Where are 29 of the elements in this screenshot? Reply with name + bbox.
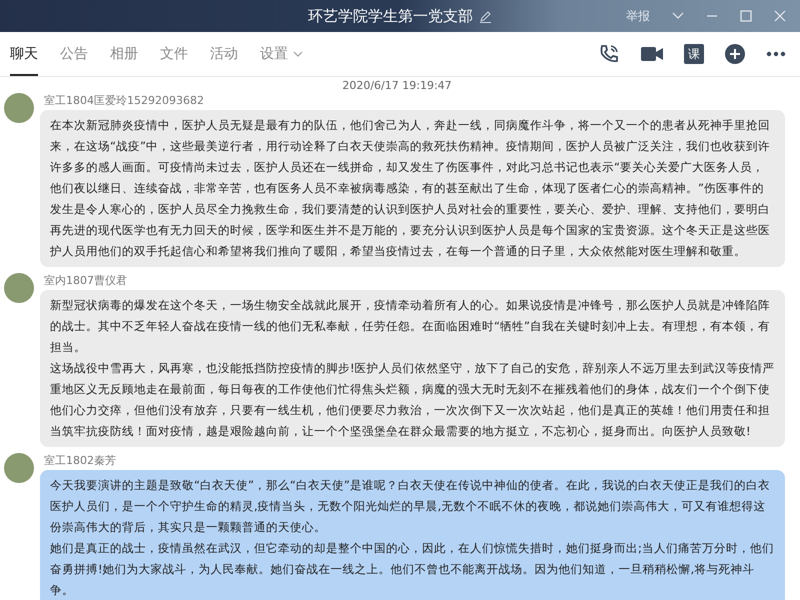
close-icon[interactable] (774, 10, 786, 22)
tab[interactable]: 公告 (60, 32, 88, 76)
sender-name: 室工1804匡爱玲15292093682 (44, 93, 205, 108)
sender-name: 室工1802秦芳 (44, 453, 117, 468)
avatar (4, 273, 34, 303)
maximize-icon[interactable] (740, 10, 752, 22)
message-text: 新型冠状病毒的爆发在这个冬天，一场生物安全战就此展开，疫情牵动着所有人的心。如果说疫情是冲锋号，那么医护人员就是冲锋陷阵的战士。其中不乏年轻人奋战在疫情一线的他们无私奉献，任劳任怨。在面临困难时“牺牲”自我在关键时刻冲上去。有理想，有本领，有担当。 (50, 297, 771, 356)
sender-name: 室内1807曹仪君 (44, 273, 128, 288)
message-text: 今天我要演讲的主题是致敬“白衣天使”，那么“白衣天使”是谁呢？白衣天使在传说中神仙的使者。在此，我说的白衣天使正是我们的白衣医护人员们，是一个个守护生命的精灵,疫情当头，无数个阳光灿烂的早晨,无数个不眠不休的夜晚，都说她们崇高伟大，可又有谁想得这份崇高伟大的背后，其实只是一颗颗普通的天使心。 (50, 477, 771, 536)
course-button[interactable]: 课 (684, 44, 704, 64)
message-text: 在本次新冠肺炎疫情中，医护人员无疑是最有力的队伍，他们舍己为人，奔赴一线，同病魔作斗争，将一个又一个的患者从死神手里抢回来，在这场“战疫”中，这些最美逆行者，用行动诠释了白衣天使崇高的救死扶伤精神。疫情期间，医护人员被广泛关注，我们也收获到许许多多的感人画面。可疫情尚未过去，医护人员还在一线拼命，却又发生了伤医事件，对此习总书记也表示“要关心关爱广大医务人员，他们夜以继日、连续奋战，非常辛苦，也有医务人员不幸被病毒感染，有的甚至献出了生命，体现了医者仁心的崇高精神。”伤医事件的发生是令人寒心的，医护人员尽全力挽救生命，我们要清楚的认识到医护人员对社会的重要性，要关心、爱护、理解、支持他们，要明白再先进的现代医学也有无力回天的时候，医学和医生并不是万能的，要充分认识到医护人员是每个国家的宝贵资源。这个冬天正是这些医护人员用他们的双手托起信心和希望将我们推向了暖阳，希望当疫情过去，在每一个普通的日子里，大众依然能对医生理解和敬重。 (50, 117, 771, 260)
tab[interactable]: 文件 (160, 32, 188, 76)
report-link[interactable]: 举报 (626, 8, 650, 24)
tab[interactable]: 相册 (110, 32, 138, 76)
tab[interactable]: 设置 (260, 32, 303, 76)
message-text: 她们是真正的战士，疫情虽然在武汉，但它牵动的却是整个中国的心，因此，在人们惊慌失措时，她们挺身而出;当人们痛苦万分时，他们奋勇拼搏!她们为大家战斗，为人民奉献。她们奋战在一线之上。他们不曾也不能离开战场。因为他们知道，一旦稍稍松懈,将与死神斗争。 (50, 540, 775, 599)
chevron-down-icon[interactable] (293, 51, 303, 57)
message-text: 这场战役中雪再大，风再寒，也没能抵挡防控疫情的脚步!医护人员们依然坚守，放下了自己的安危，辞别亲人不远万里去到武汉等疫情严重地区义无反顾地走在最前面，每日每夜的工作使他们忙得焦头烂额，病魔的强大无时无刻不在摧残着他们的身体，战友们一个个倒下使他们心力交瘁，但他们没有放弃，只要有一线生机，他们便要尽力救治，一次次倒下又一次次站起，他们是真正的英雄！他们用责任和担当筑牢抗疫防线！面对疫情，越是艰险越向前，让一个个坚强堡垒在群众最需要的地方挺立，不忘初心，挺身而出。向医护人员致敬! (50, 360, 775, 440)
timestamp: 2020/6/17 19:19:47 (341, 78, 453, 93)
more-icon[interactable] (766, 51, 786, 57)
add-icon[interactable] (724, 43, 746, 65)
phone-icon[interactable] (598, 43, 620, 65)
window-title: 环艺学院学生第一党支部 (308, 6, 473, 26)
edit-icon[interactable] (479, 10, 492, 22)
tab[interactable]: 活动 (210, 32, 238, 76)
avatar (4, 453, 34, 483)
video-camera-icon[interactable] (640, 45, 664, 63)
avatar (4, 93, 34, 123)
tab[interactable]: 聊天 (10, 32, 38, 76)
